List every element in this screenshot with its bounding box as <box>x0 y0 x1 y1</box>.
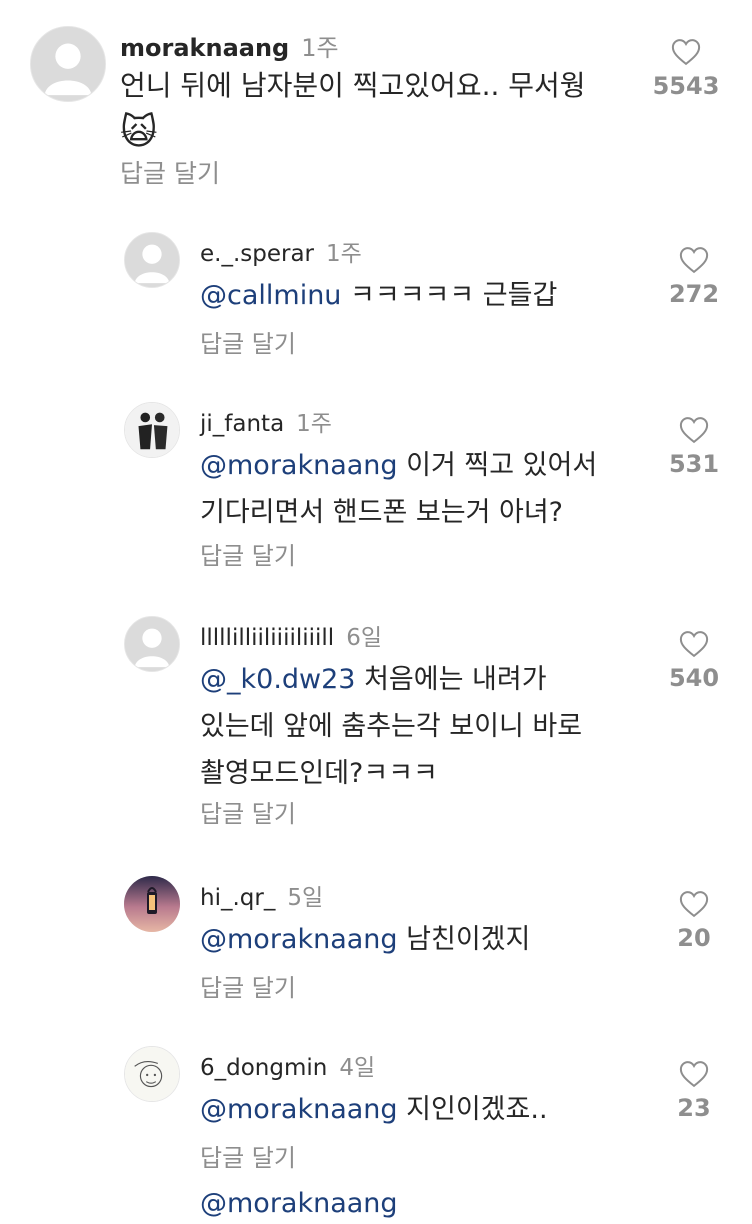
like-area: 531 <box>644 416 744 478</box>
timestamp: 1주 <box>296 411 332 437</box>
default-avatar-icon <box>125 617 179 671</box>
avatar[interactable] <box>124 1046 180 1102</box>
comment-text: @moraknaang 남친이겠지 <box>200 916 640 963</box>
heart-icon[interactable] <box>679 1060 709 1088</box>
like-area: 20 <box>644 890 744 952</box>
comment-text-line: 처음에는 내려가 <box>364 664 547 695</box>
reply-comment-item: ji_fanta 1주 @moraknaang 이거 찍고 있어서 기다리면서 핸… <box>0 370 752 584</box>
comment-text: 언니 뒤에 남자분이 찍고있어요.. 무서웡 🙀 <box>120 62 640 158</box>
comment-header: ji_fanta 1주 <box>200 404 332 438</box>
comment-text-line: ㅋㅋㅋㅋㅋ 근들갑 <box>350 280 558 311</box>
avatar[interactable] <box>124 616 180 672</box>
reply-comment-item: e._.sperar 1주 @callminu ㅋㅋㅋㅋㅋ 근들갑 답글 달기 2… <box>0 200 752 370</box>
profile-photo-icon <box>125 403 179 457</box>
timestamp: 5일 <box>287 885 324 911</box>
comment-text: @_k0.dw23 처음에는 내려가 있는데 앞에 춤추는각 보이니 바로 촬영… <box>200 656 640 797</box>
like-count: 272 <box>668 280 720 308</box>
username[interactable]: 6_dongmin <box>200 1055 327 1081</box>
reply-button[interactable]: 답글 달기 <box>120 154 220 190</box>
sketch-avatar-icon <box>125 1047 179 1101</box>
comment-header: moraknaang 1주 <box>120 28 339 63</box>
next-comment-mention-partial[interactable]: @moraknaang <box>200 1184 398 1224</box>
like-count: 23 <box>677 1094 711 1122</box>
username[interactable]: moraknaang <box>120 34 289 62</box>
comment-text: @callminu ㅋㅋㅋㅋㅋ 근들갑 <box>200 272 640 319</box>
like-count: 5543 <box>652 72 720 100</box>
timestamp: 1주 <box>326 241 362 267</box>
reply-button[interactable]: 답글 달기 <box>200 1138 296 1173</box>
comment-text: @moraknaang 이거 찍고 있어서 기다리면서 핸드폰 보는거 아녀? <box>200 442 640 536</box>
reply-comment-item: hi_.qr_ 5일 @moraknaang 남친이겠지 답글 달기 20 <box>0 844 752 1014</box>
mention-link[interactable]: @moraknaang <box>200 924 398 955</box>
comment-item: moraknaang 1주 언니 뒤에 남자분이 찍고있어요.. 무서웡 🙀 답글… <box>0 0 752 200</box>
reply-comment-item: 6_dongmin 4일 @moraknaang 지인이겠죠.. 답글 달기 23 <box>0 1014 752 1184</box>
comment-header: e._.sperar 1주 <box>200 234 362 268</box>
mention-link[interactable]: @_k0.dw23 <box>200 664 355 695</box>
timestamp: 6일 <box>346 625 382 651</box>
mention-link[interactable]: @moraknaang <box>200 1094 398 1125</box>
like-area: 5543 <box>636 38 736 100</box>
like-count: 531 <box>668 450 720 478</box>
default-avatar-icon <box>31 27 105 101</box>
username[interactable]: ji_fanta <box>200 411 284 437</box>
like-area: 540 <box>644 630 744 692</box>
comment-text-line: 있는데 앞에 춤추는각 보이니 바로 <box>200 711 583 742</box>
timestamp: 1주 <box>301 34 339 62</box>
heart-icon[interactable] <box>679 890 709 918</box>
timestamp: 4일 <box>339 1055 376 1081</box>
reply-button[interactable]: 답글 달기 <box>200 968 296 1003</box>
avatar[interactable] <box>124 876 180 932</box>
like-count: 20 <box>677 924 711 952</box>
reply-button[interactable]: 답글 달기 <box>200 794 296 829</box>
comment-text-line: 언니 뒤에 남자분이 찍고있어요.. 무서웡 <box>120 69 586 102</box>
heart-icon[interactable] <box>671 38 701 66</box>
avatar[interactable] <box>124 232 180 288</box>
comment-text-line: 남친이겠지 <box>406 924 531 955</box>
like-count: 540 <box>668 664 720 692</box>
reply-comment-item: lllllilliiliiiiliiill 6일 @_k0.dw23 처음에는 내… <box>0 584 752 844</box>
avatar[interactable] <box>30 26 106 102</box>
comment-text: @moraknaang 지인이겠죠.. <box>200 1086 640 1133</box>
heart-icon[interactable] <box>679 416 709 444</box>
mention-link[interactable]: @callminu <box>200 280 341 311</box>
comment-header: hi_.qr_ 5일 <box>200 878 323 912</box>
comment-text-line: 이거 찍고 있어서 <box>406 450 598 481</box>
heart-icon[interactable] <box>679 246 709 274</box>
avatar[interactable] <box>124 402 180 458</box>
default-avatar-icon <box>125 233 179 287</box>
username[interactable]: lllllilliiliiiiliiill <box>200 625 334 651</box>
comment-text-line: 기다리면서 핸드폰 보는거 아녀? <box>200 497 563 528</box>
username[interactable]: e._.sperar <box>200 241 314 267</box>
username[interactable]: hi_.qr_ <box>200 885 275 911</box>
like-area: 272 <box>644 246 744 308</box>
lantern-photo-icon <box>124 876 180 932</box>
reply-button[interactable]: 답글 달기 <box>200 324 296 359</box>
heart-icon[interactable] <box>679 630 709 658</box>
comment-text-line: 촬영모드인데?ㅋㅋㅋ <box>200 758 438 789</box>
scream-cat-emoji: 🙀 <box>120 112 158 153</box>
comment-header: 6_dongmin 4일 <box>200 1048 375 1082</box>
like-area: 23 <box>644 1060 744 1122</box>
mention-link[interactable]: @moraknaang <box>200 450 398 481</box>
comment-text-line: 지인이겠죠.. <box>406 1094 548 1125</box>
comment-header: lllllilliiliiiiliiill 6일 <box>200 618 382 652</box>
reply-button[interactable]: 답글 달기 <box>200 536 296 571</box>
